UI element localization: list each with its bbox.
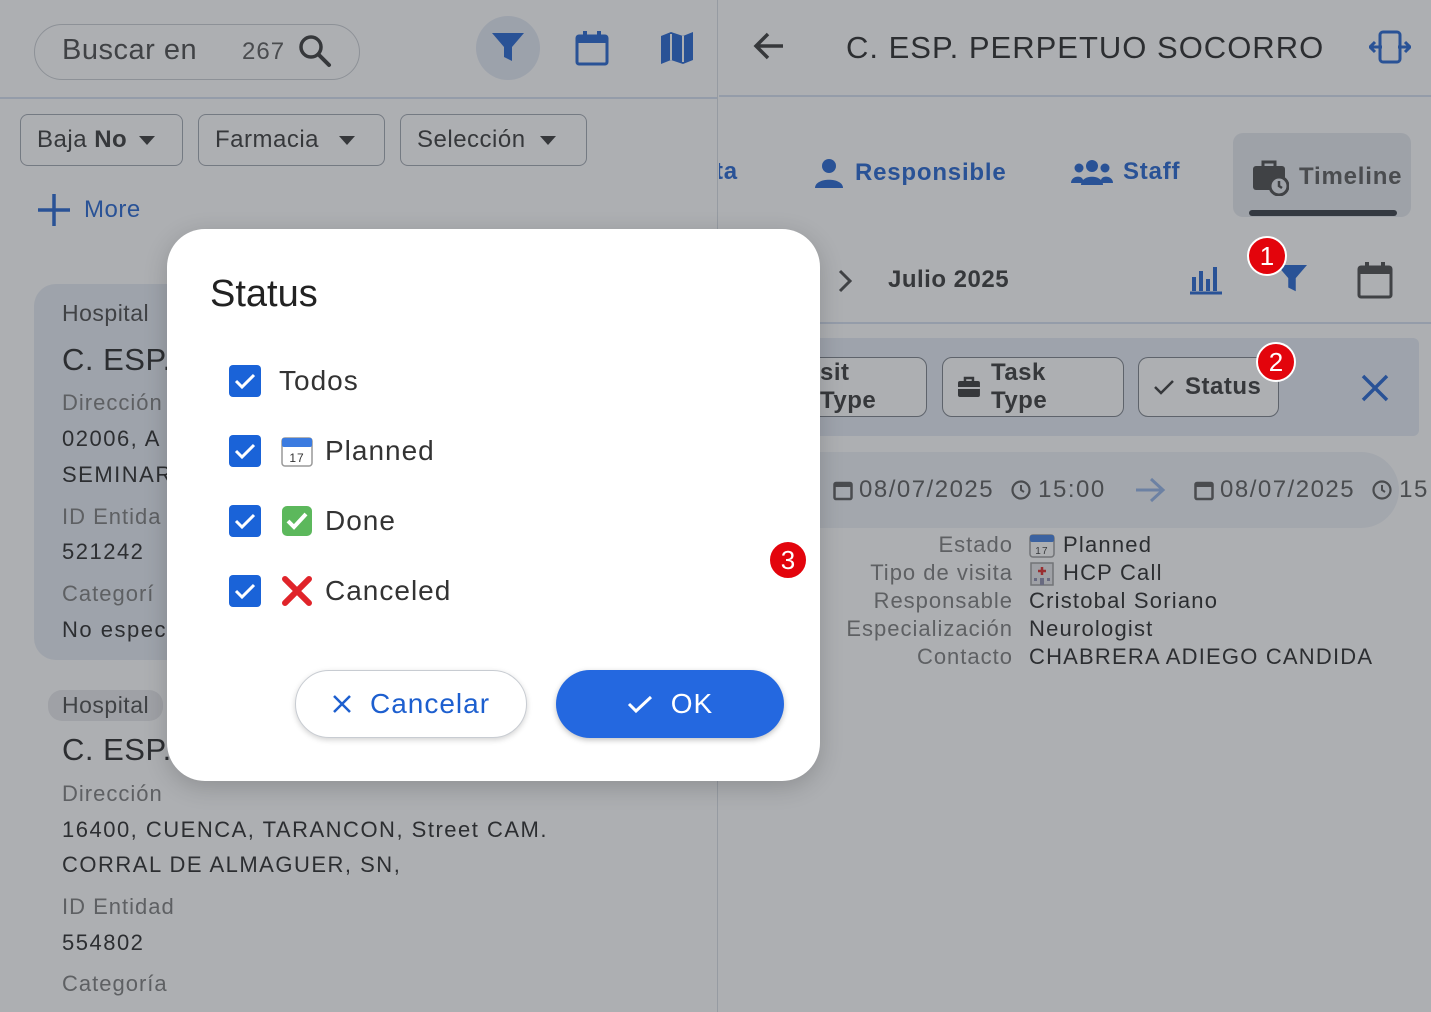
svg-text:17: 17 bbox=[289, 451, 304, 465]
status-filter-dialog: Status Todos 17 Planned Done Canceled Ca… bbox=[167, 229, 820, 781]
checkbox-checked[interactable] bbox=[229, 435, 261, 467]
cancel-button[interactable]: Cancelar bbox=[295, 670, 527, 738]
checkbox-checked[interactable] bbox=[229, 365, 261, 397]
option-label: Planned bbox=[325, 435, 435, 466]
step-marker: 2 bbox=[1256, 342, 1296, 382]
ok-button[interactable]: OK bbox=[556, 670, 784, 738]
option-planned[interactable]: 17 Planned bbox=[229, 435, 435, 467]
check-icon bbox=[627, 695, 652, 714]
option-todos[interactable]: Todos bbox=[229, 365, 359, 397]
option-label: Todos bbox=[279, 365, 359, 396]
checkbox-checked[interactable] bbox=[229, 505, 261, 537]
cancel-label: Cancelar bbox=[369, 688, 491, 719]
check-icon bbox=[234, 443, 256, 460]
step-marker: 3 bbox=[768, 540, 808, 580]
option-canceled[interactable]: Canceled bbox=[229, 575, 451, 607]
check-mark-button-emoji-icon bbox=[281, 505, 313, 537]
option-label: Done bbox=[325, 505, 396, 536]
calendar-emoji-icon: 17 bbox=[281, 435, 313, 467]
option-label: Canceled bbox=[325, 575, 452, 606]
ok-label: OK bbox=[670, 688, 714, 719]
check-icon bbox=[234, 373, 256, 390]
close-icon bbox=[333, 695, 351, 713]
step-marker: 1 bbox=[1247, 236, 1287, 276]
cross-mark-emoji-icon bbox=[281, 575, 313, 607]
check-icon bbox=[234, 583, 256, 600]
option-done[interactable]: Done bbox=[229, 505, 396, 537]
checkbox-checked[interactable] bbox=[229, 575, 261, 607]
dialog-title: Status bbox=[210, 273, 318, 315]
check-icon bbox=[234, 513, 256, 530]
